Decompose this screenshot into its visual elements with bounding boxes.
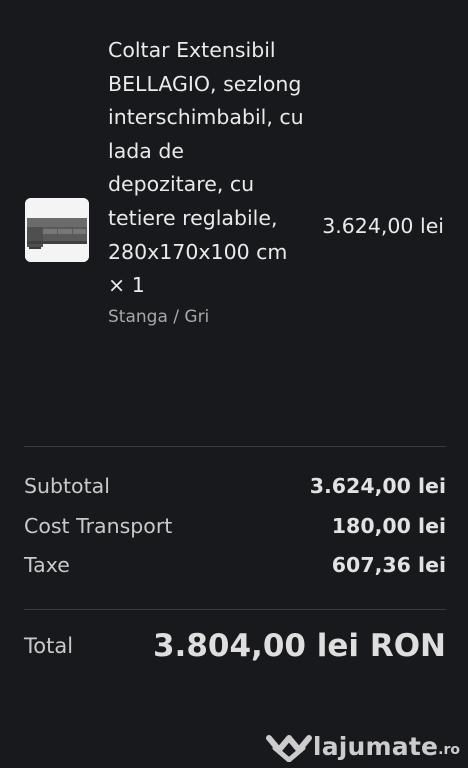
shipping-value: 180,00 lei — [331, 514, 446, 538]
subtotal-row: Subtotal 3.624,00 lei — [24, 474, 446, 498]
item-variant: Stanga / Gri — [108, 306, 210, 327]
total-value: 3.804,00 lei RON — [152, 628, 446, 664]
total-label: Total — [24, 634, 74, 658]
item-title: Coltar Extensibil BELLAGIO, sezlong inte… — [108, 38, 304, 298]
cart-line-item: Coltar Extensibil BELLAGIO, sezlong inte… — [24, 34, 446, 430]
divider — [24, 446, 446, 447]
product-thumbnail — [25, 198, 89, 262]
watermark-name: lajumate — [312, 731, 439, 761]
subtotal-label: Subtotal — [24, 474, 110, 498]
watermark-tld: .ro — [438, 742, 460, 758]
watermark: lajumate .ro — [265, 730, 460, 762]
taxes-value: 607,36 lei — [331, 553, 446, 577]
item-price: 3.624,00 lei — [322, 214, 444, 238]
total-row: Total 3.804,00 lei RON — [24, 628, 446, 664]
heart-logo-icon — [265, 735, 312, 762]
taxes-label: Taxe — [24, 553, 70, 577]
shipping-row: Cost Transport 180,00 lei — [24, 514, 446, 538]
divider — [24, 609, 446, 610]
taxes-row: Taxe 607,36 lei — [24, 553, 446, 577]
sofa-thumbnail-icon — [25, 198, 89, 262]
shipping-label: Cost Transport — [24, 514, 173, 538]
item-details: Coltar Extensibil BELLAGIO, sezlong inte… — [108, 34, 304, 329]
subtotal-value: 3.624,00 lei — [309, 474, 446, 498]
